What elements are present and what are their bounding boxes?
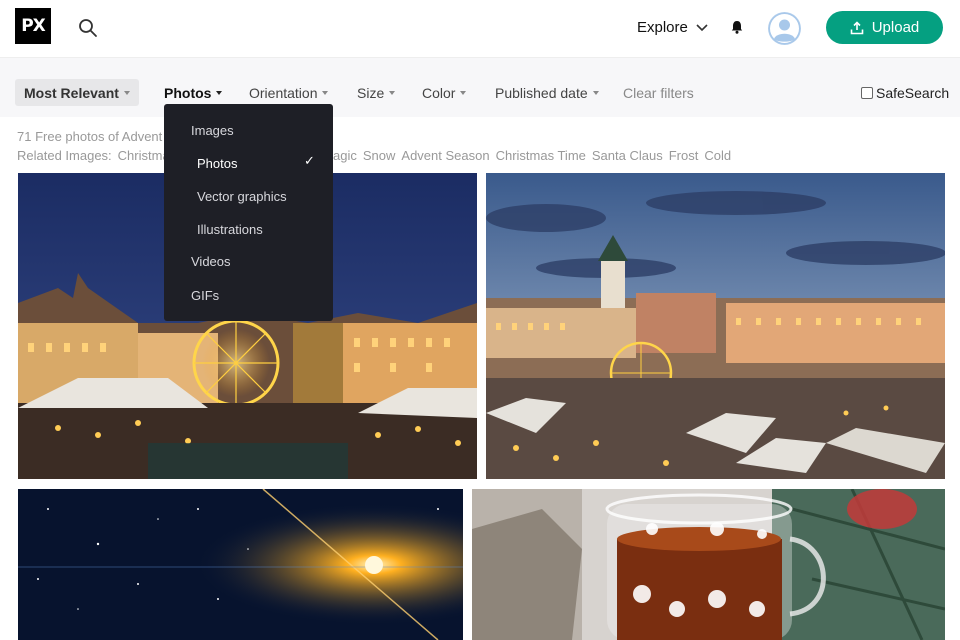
filter-color[interactable]: Color <box>422 85 467 101</box>
filter-label: Orientation <box>249 85 318 101</box>
dropdown-item-images[interactable]: Images <box>191 123 234 138</box>
caret-down-icon <box>216 91 223 95</box>
explore-label: Explore <box>637 19 688 36</box>
filter-label: Size <box>357 85 385 101</box>
user-avatar[interactable] <box>768 12 801 45</box>
explore-menu[interactable]: Explore <box>637 19 708 36</box>
sort-dropdown[interactable]: Most Relevant <box>15 79 139 106</box>
dropdown-item-vector-graphics[interactable]: Vector graphics <box>197 189 287 204</box>
chevron-down-icon <box>696 23 708 31</box>
top-header: PX Explore Upload <box>0 0 960 57</box>
filter-size[interactable]: Size <box>357 85 396 101</box>
photo-town-square-aerial[interactable] <box>486 173 945 479</box>
upload-label: Upload <box>871 19 920 36</box>
caret-down-icon <box>389 91 396 95</box>
caret-down-icon <box>123 90 130 95</box>
dropdown-item-photos[interactable]: Photos <box>197 156 237 171</box>
photo-tea-cup[interactable] <box>472 489 945 640</box>
sort-label: Most Relevant <box>24 84 119 101</box>
dropdown-item-gifs[interactable]: GIFs <box>191 288 219 303</box>
results-count: 71 Free photos of Advent <box>17 129 163 144</box>
related-tag[interactable]: Frost <box>669 148 699 163</box>
related-tag[interactable]: Santa Claus <box>592 148 663 163</box>
filter-label: Photos <box>164 85 212 101</box>
photo-golden-star[interactable] <box>18 489 463 640</box>
related-tag[interactable]: Snow <box>363 148 396 163</box>
checkmark-icon: ✓ <box>304 153 315 168</box>
filter-label: Published date <box>495 85 588 101</box>
related-tag[interactable]: Christmas Time <box>496 148 586 163</box>
clear-filters-link[interactable]: Clear filters <box>623 85 694 101</box>
filter-bar: Most Relevant Photos Orientation Size Co… <box>0 57 960 117</box>
bell-icon[interactable] <box>728 18 746 36</box>
media-type-dropdown: Images Photos ✓ Vector graphics Illustra… <box>164 104 333 321</box>
search-icon[interactable] <box>78 18 98 38</box>
dropdown-item-illustrations[interactable]: Illustrations <box>197 222 263 237</box>
related-tag[interactable]: Cold <box>704 148 731 163</box>
safesearch-label: SafeSearch <box>876 85 950 101</box>
dropdown-item-videos[interactable]: Videos <box>191 254 231 269</box>
filter-orientation[interactable]: Orientation <box>249 85 329 101</box>
upload-button[interactable]: Upload <box>826 11 943 44</box>
related-tag[interactable]: Advent Season <box>401 148 489 163</box>
caret-down-icon <box>460 91 467 95</box>
filter-label: Color <box>422 85 456 101</box>
upload-icon <box>850 20 864 34</box>
related-images: Related Images: Christmas Magic Snow Adv… <box>17 148 731 163</box>
related-label: Related Images: <box>17 148 112 163</box>
caret-down-icon <box>592 91 599 95</box>
filter-published-date[interactable]: Published date <box>495 85 599 101</box>
logo-text: PX <box>21 16 46 36</box>
pixabay-logo[interactable]: PX <box>15 8 51 44</box>
filter-media-type[interactable]: Photos <box>164 85 223 101</box>
caret-down-icon <box>322 91 329 95</box>
safesearch-checkbox[interactable] <box>861 87 873 99</box>
safesearch-toggle[interactable]: SafeSearch <box>861 85 949 101</box>
